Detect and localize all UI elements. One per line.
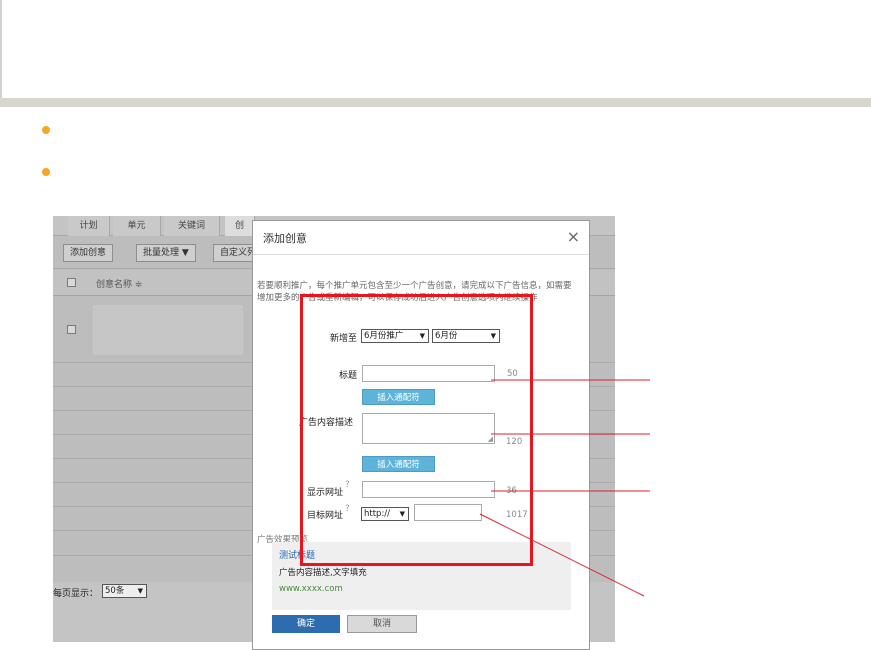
slide: 计划 单元 关键词 创 添加创意 批量处理 ▼ 自定义列 创意名称 ≑ 每页显示…	[0, 0, 871, 650]
callout-line-target-url	[479, 513, 645, 597]
callout-lines	[479, 379, 650, 597]
